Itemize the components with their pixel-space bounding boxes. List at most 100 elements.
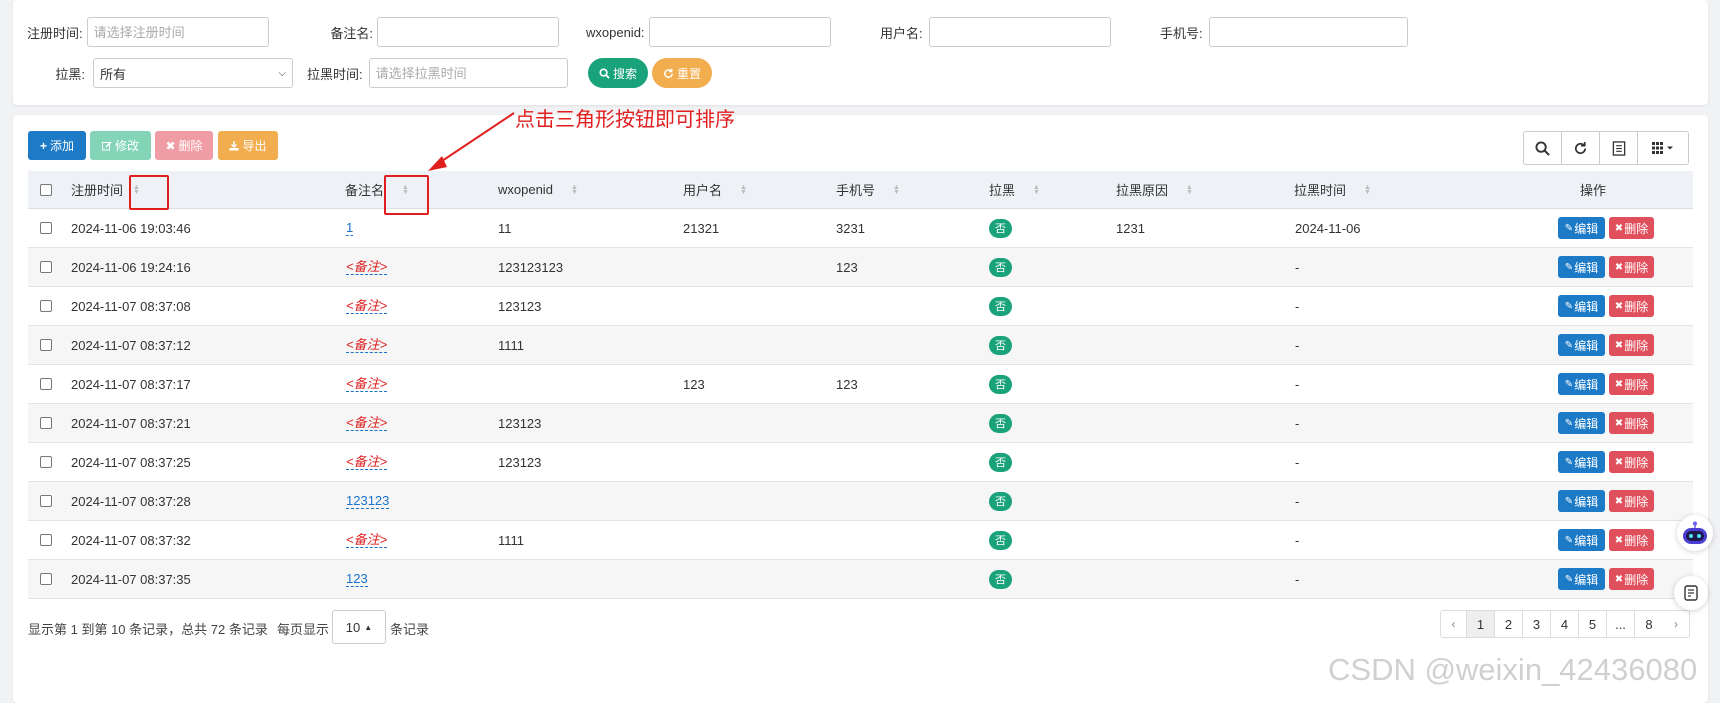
sort-icon[interactable]: ▲ ▼: [893, 184, 900, 196]
row-edit-button[interactable]: ✎ 编辑: [1558, 334, 1605, 356]
username-input[interactable]: [928, 17, 1111, 47]
row-edit-button[interactable]: ✎ 编辑: [1558, 256, 1605, 278]
row-checkbox[interactable]: [40, 404, 52, 442]
cell-remark[interactable]: <备注>: [346, 326, 388, 364]
remark-editable-link[interactable]: 1: [346, 220, 354, 236]
row-delete-button[interactable]: ✖ 删除: [1609, 295, 1654, 317]
row-checkbox[interactable]: [40, 326, 52, 364]
remark-editable-link[interactable]: 123: [346, 571, 368, 587]
cell-remark[interactable]: 1: [346, 209, 354, 247]
reg-time-input[interactable]: [86, 17, 269, 47]
add-button[interactable]: + 添加: [28, 131, 86, 160]
remark-editable-link[interactable]: <备注>: [346, 376, 388, 392]
sort-icon[interactable]: ▲ ▼: [1033, 184, 1040, 196]
cell-remark[interactable]: <备注>: [346, 365, 388, 403]
select-all-checkbox[interactable]: [40, 171, 52, 208]
robot-icon: [1683, 521, 1707, 544]
cell-remark[interactable]: 123: [346, 560, 368, 598]
remark-editable-link[interactable]: <备注>: [346, 532, 388, 548]
close-icon: ✖: [1614, 378, 1624, 390]
cell-remark[interactable]: <备注>: [346, 287, 388, 325]
row-checkbox[interactable]: [40, 443, 52, 481]
assistant-robot-button[interactable]: [1677, 515, 1713, 551]
row-edit-button[interactable]: ✎ 编辑: [1558, 373, 1605, 395]
page-number-button[interactable]: 1: [1467, 611, 1495, 637]
row-edit-button[interactable]: ✎ 编辑: [1558, 412, 1605, 434]
row-checkbox[interactable]: [40, 521, 52, 559]
page-size-select[interactable]: 10 ▲: [332, 610, 386, 644]
status-badge: 否: [989, 257, 1012, 277]
table-search-button[interactable]: [1524, 132, 1562, 164]
page-number-button[interactable]: 5: [1579, 611, 1607, 637]
row-delete-button[interactable]: ✖ 删除: [1609, 256, 1654, 278]
page-number-button[interactable]: 4: [1551, 611, 1579, 637]
row-edit-button[interactable]: ✎ 编辑: [1558, 295, 1605, 317]
remark-editable-link[interactable]: <备注>: [346, 259, 388, 275]
cell-remark[interactable]: <备注>: [346, 404, 388, 442]
cell-reg-time: 2024-11-07 08:37:21: [71, 415, 191, 431]
prev-page-button[interactable]: ‹: [1441, 611, 1467, 637]
row-delete-button[interactable]: ✖ 删除: [1609, 217, 1654, 239]
remark-editable-link[interactable]: <备注>: [346, 454, 388, 470]
row-delete-label: 删除: [1624, 494, 1649, 509]
row-edit-button[interactable]: ✎ 编辑: [1558, 451, 1605, 473]
row-delete-label: 删除: [1624, 221, 1649, 236]
wxopenid-input[interactable]: [648, 17, 831, 47]
row-edit-label: 编辑: [1574, 455, 1599, 470]
export-button[interactable]: 导出: [218, 131, 278, 160]
notes-button[interactable]: [1674, 576, 1708, 610]
row-delete-button[interactable]: ✖ 删除: [1609, 412, 1654, 434]
row-checkbox[interactable]: [40, 482, 52, 520]
table-toggle-view-button[interactable]: [1600, 132, 1638, 164]
table-refresh-button[interactable]: [1562, 132, 1600, 164]
page-number-button[interactable]: 8: [1635, 611, 1663, 637]
row-delete-button[interactable]: ✖ 删除: [1609, 568, 1654, 590]
remark-editable-link[interactable]: <备注>: [346, 337, 388, 353]
row-checkbox[interactable]: [40, 365, 52, 403]
cell-remark[interactable]: 123123: [346, 482, 390, 520]
col-blacklist-time[interactable]: 拉黑时间 ▲ ▼: [1294, 171, 1371, 208]
row-delete-button[interactable]: ✖ 删除: [1609, 373, 1654, 395]
row-delete-button[interactable]: ✖ 删除: [1609, 490, 1654, 512]
page-number-button[interactable]: 3: [1523, 611, 1551, 637]
row-delete-button[interactable]: ✖ 删除: [1609, 451, 1654, 473]
row-checkbox[interactable]: [40, 287, 52, 325]
cell-remark[interactable]: <备注>: [346, 248, 388, 286]
edit-button[interactable]: 修改: [90, 131, 151, 160]
remark-editable-link[interactable]: <备注>: [346, 415, 388, 431]
cell-remark[interactable]: <备注>: [346, 521, 388, 559]
row-checkbox[interactable]: [40, 248, 52, 286]
row-edit-button[interactable]: ✎ 编辑: [1558, 568, 1605, 590]
sort-icon[interactable]: ▲ ▼: [571, 184, 578, 196]
sort-icon[interactable]: ▲ ▼: [1364, 184, 1371, 196]
sort-icon[interactable]: ▲ ▼: [1186, 184, 1193, 196]
row-edit-button[interactable]: ✎ 编辑: [1558, 490, 1605, 512]
row-checkbox[interactable]: [40, 209, 52, 247]
col-username[interactable]: 用户名 ▲ ▼: [683, 171, 747, 208]
remark-input[interactable]: [377, 17, 559, 47]
row-delete-button[interactable]: ✖ 删除: [1609, 334, 1654, 356]
blacklist-select[interactable]: 所有 ⌵: [93, 58, 293, 88]
delete-button[interactable]: ✖ 删除: [155, 131, 213, 160]
sort-icon[interactable]: ▲ ▼: [740, 184, 747, 196]
remark-editable-link[interactable]: 123123: [346, 493, 390, 509]
search-button[interactable]: 搜索: [588, 58, 648, 88]
cell-blacklist: 否: [989, 482, 1012, 520]
cell-reg-time: 2024-11-07 08:37:25: [71, 454, 191, 470]
remark-editable-link[interactable]: <备注>: [346, 298, 388, 314]
row-checkbox[interactable]: [40, 560, 52, 598]
table-columns-button[interactable]: [1638, 132, 1688, 164]
reset-button[interactable]: 重置: [652, 58, 712, 88]
cell-remark[interactable]: <备注>: [346, 443, 388, 481]
row-edit-button[interactable]: ✎ 编辑: [1558, 529, 1605, 551]
col-blacklist[interactable]: 拉黑 ▲ ▼: [989, 171, 1040, 208]
col-blacklist-reason[interactable]: 拉黑原因 ▲ ▼: [1116, 171, 1193, 208]
note-icon: [1684, 585, 1698, 601]
col-phone[interactable]: 手机号 ▲ ▼: [836, 171, 900, 208]
row-delete-button[interactable]: ✖ 删除: [1609, 529, 1654, 551]
next-page-button[interactable]: ›: [1663, 611, 1689, 637]
blacklist-time-input[interactable]: [368, 58, 568, 88]
phone-input[interactable]: [1208, 17, 1408, 47]
row-edit-button[interactable]: ✎ 编辑: [1558, 217, 1605, 239]
page-number-button[interactable]: 2: [1495, 611, 1523, 637]
